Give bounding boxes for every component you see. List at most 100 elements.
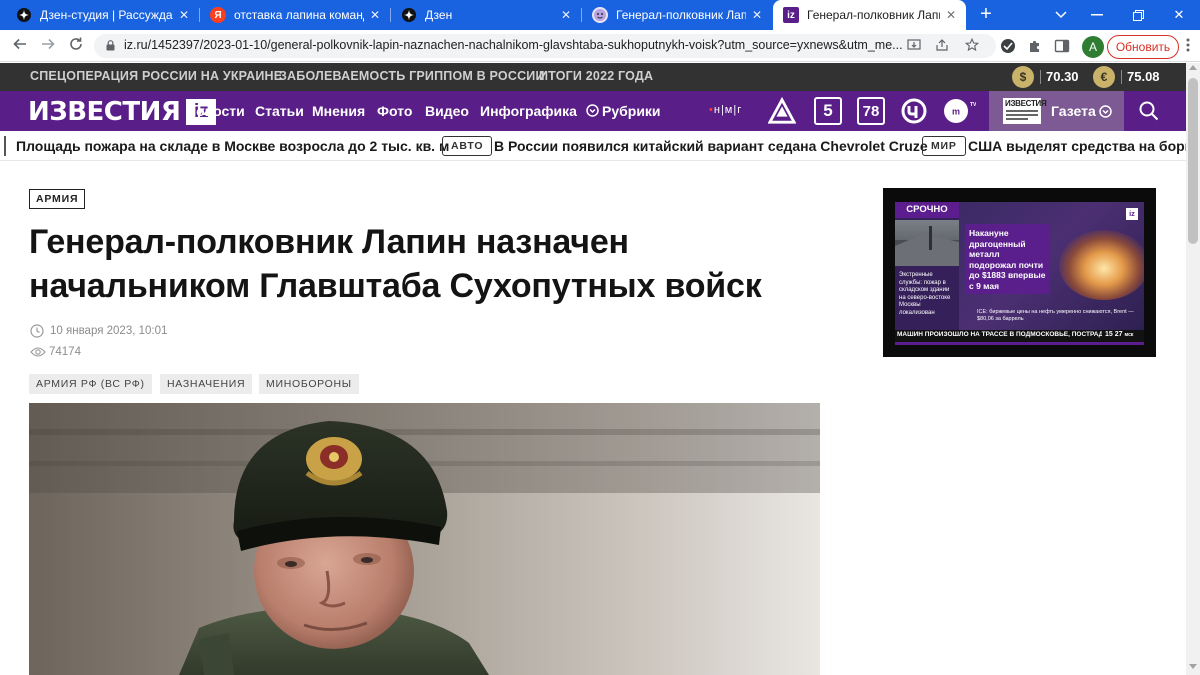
video-thumbnail — [895, 220, 959, 266]
article-date-text: 10 января 2023, 10:01 — [50, 325, 168, 337]
newspaper-icon: ИЗВЕСТИЯ — [1003, 98, 1047, 124]
extensions-puzzle-icon[interactable] — [1027, 38, 1043, 54]
tab-title: отставка лапина командующ — [234, 8, 364, 22]
scroll-up-arrow-icon[interactable] — [1189, 65, 1197, 70]
nav-rubrics-label: Рубрики — [602, 103, 661, 119]
share-icon[interactable] — [934, 38, 950, 54]
article-date: 10 января 2023, 10:01 — [30, 324, 167, 338]
lock-icon[interactable] — [106, 40, 115, 51]
usd-rate: 70.30 — [1046, 69, 1079, 84]
browser-tab-dzen[interactable]: Дзен ✕ — [391, 0, 581, 30]
video-crawl-text: МАШИН ПРОИЗОШЛО НА ТРАССЕ В ПОДМОСКОВЬЕ,… — [897, 331, 1102, 338]
general-portrait-image — [29, 403, 820, 675]
iz-icon: iz — [783, 7, 799, 23]
channel-78-icon[interactable]: 78 — [857, 97, 885, 125]
article-views: 74174 — [30, 346, 81, 358]
close-tab-icon[interactable]: ✕ — [179, 8, 189, 22]
topic-link-special-operation[interactable]: СПЕЦОПЕРАЦИЯ РОССИИ НА УКРАИНЕ — [30, 69, 282, 83]
article-headline: Генерал-полковник Лапин назначен начальни… — [29, 223, 762, 305]
browser-toolbar: iz.ru/1452397/2023-01-10/general-polkovn… — [0, 30, 1200, 62]
close-window-icon[interactable]: ✕ — [1158, 0, 1200, 30]
url-text[interactable]: iz.ru/1452397/2023-01-10/general-polkovn… — [124, 38, 904, 52]
currency-separator — [1040, 70, 1041, 84]
tag-army-rf[interactable]: АРМИЯ РФ (ВС РФ) — [29, 374, 152, 394]
browser-menu-icon[interactable] — [1182, 38, 1194, 56]
eur-rate: 75.08 — [1127, 69, 1160, 84]
nav-news[interactable]: Новости — [186, 103, 245, 119]
minimize-icon[interactable] — [1076, 0, 1118, 30]
article-views-count: 74174 — [49, 346, 81, 358]
newspaper-button[interactable]: ИЗВЕСТИЯ Газета — [989, 91, 1124, 131]
nav-infographics[interactable]: Инфографика — [480, 103, 577, 119]
svg-text:TV: TV — [970, 102, 976, 108]
ticker-tag-auto[interactable]: АВТО — [442, 136, 493, 156]
video-fire-glow — [1059, 230, 1144, 300]
video-side-caption: Экстренные службы: пожар в складском зда… — [899, 272, 951, 316]
video-screen[interactable]: СРОЧНО Экстренные службы: пожар в складс… — [895, 202, 1144, 332]
news-ticker: Площадь пожара на складе в Москве возрос… — [0, 131, 1186, 161]
video-market-note: ICE: биржевые цены на нефть умеренно сни… — [977, 309, 1134, 322]
update-browser-button[interactable]: Обновить — [1107, 35, 1179, 59]
nav-opinions[interactable]: Мнения — [312, 103, 365, 119]
chevron-down-circle-icon — [1099, 105, 1112, 118]
eye-icon — [30, 347, 46, 357]
close-tab-icon[interactable]: ✕ — [561, 8, 571, 22]
dzen-icon — [16, 7, 32, 23]
video-left-panel: СРОЧНО Экстренные службы: пожар в складс… — [895, 202, 959, 332]
channel-che-icon[interactable] — [900, 97, 928, 125]
scrollbar-thumb[interactable] — [1188, 78, 1198, 244]
browser-tab-yandex[interactable]: Я отставка лапина командующ ✕ — [200, 0, 390, 30]
video-accent-line — [895, 342, 1144, 345]
nav-articles[interactable]: Статьи — [255, 103, 304, 119]
ticker-tag-world[interactable]: МИР — [922, 136, 966, 156]
article-rubric-badge[interactable]: АРМИЯ — [29, 189, 86, 209]
video-iz-logo: iz — [1126, 208, 1138, 220]
tag-defense-ministry[interactable]: МИНОБОРОНЫ — [259, 374, 359, 394]
back-arrow-icon[interactable] — [10, 36, 30, 56]
site-topic-strip: СПЕЦОПЕРАЦИЯ РОССИИ НА УКРАИНЕ ЗАБОЛЕВАЕ… — [0, 63, 1186, 91]
close-tab-icon[interactable]: ✕ — [370, 8, 380, 22]
channel-more-tv-icon[interactable]: m TV — [942, 97, 976, 125]
reload-icon[interactable] — [66, 36, 86, 56]
address-bar[interactable]: iz.ru/1452397/2023-01-10/general-polkovn… — [94, 34, 996, 58]
browser-tab-dzen-studio[interactable]: Дзен-студия | Рассуждаю: а ✕ — [6, 0, 199, 30]
profile-avatar[interactable]: A — [1082, 36, 1104, 58]
nmg-media-group-logo[interactable]: •н|м|г — [709, 104, 742, 116]
tab-title: Генерал-полковник Лапин н — [616, 8, 746, 22]
nav-video[interactable]: Видео — [425, 103, 469, 119]
ticker-item[interactable]: Площадь пожара на складе в Москве возрос… — [16, 138, 449, 154]
dzen-icon — [401, 7, 417, 23]
nav-photo[interactable]: Фото — [377, 103, 412, 119]
ticker-item[interactable]: США выделят средства на борьбу — [968, 138, 1186, 154]
forward-arrow-icon[interactable] — [38, 36, 58, 56]
tab-title: Дзен — [425, 8, 453, 22]
browser-tab-lapin-dzen[interactable]: Генерал-полковник Лапин н ✕ — [582, 0, 772, 30]
search-icon[interactable] — [1139, 101, 1159, 121]
video-headline-box: Накануне драгоценный металл подорожал по… — [965, 224, 1050, 294]
extension-vpn-icon[interactable] — [1000, 38, 1016, 54]
tag-appointments[interactable]: НАЗНАЧЕНИЯ — [160, 374, 253, 394]
video-clock: 15 27 мск — [1105, 331, 1134, 338]
dollar-icon: $ — [1012, 66, 1034, 88]
newspaper-label: Газета — [1051, 103, 1096, 119]
side-panel-icon[interactable] — [1054, 38, 1070, 54]
dzen-face-icon — [592, 7, 608, 23]
live-video-player[interactable]: СРОЧНО Экстренные службы: пожар в складс… — [883, 188, 1156, 357]
install-app-icon[interactable] — [906, 38, 922, 54]
topic-link-flu[interactable]: ЗАБОЛЕВАЕМОСТЬ ГРИППОМ В РОССИИ — [279, 69, 545, 83]
channel-ren-tv-icon[interactable] — [768, 97, 796, 125]
tab-title: Генерал-полковник Лапин н — [807, 8, 940, 22]
nav-rubrics[interactable]: Рубрики — [586, 103, 661, 119]
restore-icon[interactable] — [1117, 0, 1159, 30]
topic-link-results-2022[interactable]: ИТОГИ 2022 ГОДА — [539, 69, 653, 83]
channel-5-icon[interactable]: 5 — [814, 97, 842, 125]
close-tab-icon[interactable]: ✕ — [752, 8, 762, 22]
close-tab-icon[interactable]: ✕ — [946, 8, 956, 22]
bookmark-star-icon[interactable] — [964, 37, 980, 54]
ticker-item[interactable]: В России появился китайский вариант седа… — [494, 138, 928, 154]
browser-tab-active-iz[interactable]: iz Генерал-полковник Лапин н ✕ — [773, 0, 966, 30]
scroll-down-arrow-icon[interactable] — [1189, 664, 1197, 669]
new-tab-button[interactable]: + — [974, 3, 998, 27]
tab-title: Дзен-студия | Рассуждаю: а — [40, 8, 173, 22]
svg-text:m: m — [952, 107, 960, 117]
